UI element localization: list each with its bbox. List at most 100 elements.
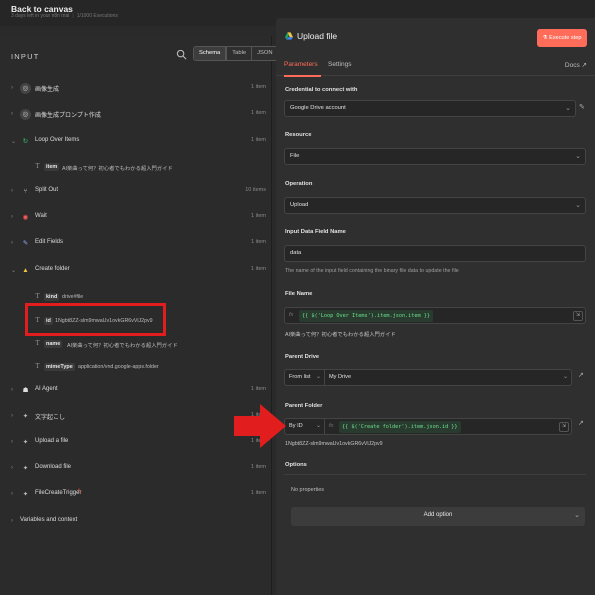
node-row-ai-agent[interactable]: › ☗ AI Agent 1 item [0,382,272,400]
id-field-highlight [25,303,166,336]
expand-editor-icon[interactable]: ⇲ [573,311,583,321]
expand-editor-icon[interactable]: ⇲ [559,422,569,432]
chevron-right-icon[interactable]: › [11,85,13,91]
edit-credential-icon[interactable]: ✎ [579,103,585,111]
input-data-field-hint: The name of the input field containing t… [285,268,459,274]
wait-icon: ◉ [22,214,29,221]
file-name-label: File Name [285,291,313,297]
chevron-right-icon[interactable]: › [11,387,13,393]
fx-icon: fx [289,312,294,318]
field-item[interactable]: T item AI楽曲って何？初心者でもわかる超入門ガイド [33,161,263,175]
openai-icon: ◎ [20,83,31,94]
robot-icon: ☗ [22,387,29,394]
no-properties-text: No properties [291,487,325,493]
field-mimetype[interactable]: T mimeType application/vnd.google-apps.f… [33,361,263,375]
execute-step-button[interactable]: ⚗ Execute step [537,29,587,47]
mode-schema[interactable]: Schema [194,47,227,60]
chevron-right-icon[interactable]: › [11,518,13,524]
node-row-split-out[interactable]: › ⑂ Split Out 10 items [0,183,272,201]
node-label: Split Out [35,187,59,193]
chevron-right-icon[interactable]: › [11,465,13,471]
node-row-wait[interactable]: › ◉ Wait 1 item [0,209,272,227]
chevron-down-icon: ⌄ [562,374,568,380]
chevron-down-icon[interactable]: ⌄ [11,267,16,274]
options-divider [284,474,586,475]
node-label: 画像生成 [35,87,60,93]
tab-settings[interactable]: Settings [328,61,352,68]
chevron-down-icon: ⌄ [565,105,571,112]
node-row-loop[interactable]: ⌄ ↻ Loop Over Items 1 item [0,133,272,151]
execute-step-label: Execute step [549,35,582,41]
add-option-button[interactable]: Add option ⌄ [291,507,585,526]
trial-days: 3 days left in your n8n trial [11,13,70,19]
operation-select[interactable]: Upload ⌄ [284,197,586,214]
display-mode-toggle: Schema Table JSON [193,46,279,61]
parent-folder-mode-select[interactable]: By ID ⌄ [284,418,325,435]
google-drive-icon [285,32,293,40]
trial-info: 3 days left in your n8n trial | 1/1000 Exe… [11,13,118,19]
lightning-icon: ϟ [78,489,82,495]
search-icon[interactable] [176,49,187,60]
node-label: 文字起こし [35,415,66,421]
item-count: 1 item [251,386,266,392]
node-row-file-create-trigger[interactable]: › ✦ FileCreateTrigger ϟ 1 item [0,486,272,504]
options-label: Options [285,462,307,468]
chevron-down-icon[interactable]: ⌄ [11,138,16,145]
parent-drive-value: My Drive [329,374,352,380]
item-count: 1 item [251,137,266,143]
chevron-right-icon[interactable]: › [11,111,13,117]
node-label: AI Agent [35,386,58,392]
node-row-create-folder[interactable]: ⌄ ▲ Create folder 1 item [0,262,272,280]
tab-parameters[interactable]: Parameters [284,61,318,68]
node-row-prompt-gen[interactable]: › ◎ 画像生成プロンプト作成 1 item [0,106,272,124]
item-count: 1 item [251,490,266,496]
credential-select[interactable]: Google Drive account ⌄ [284,100,576,117]
mode-json[interactable]: JSON [251,47,278,60]
parent-drive-label: Parent Drive [285,354,320,360]
parent-folder-expression-input[interactable]: fx {{ $('Create folder').item.json.id }}… [324,418,572,435]
node-row-download-file[interactable]: › ✦ Download file 1 item [0,460,272,478]
file-name-expression-input[interactable]: fx {{ $('Loop Over Items').item.json.ite… [284,307,586,324]
chevron-right-icon[interactable]: › [11,188,13,194]
panel-tabs: Parameters Settings Docs ↗ [276,54,595,77]
input-header: INPUT Schema Table JSON [0,44,279,68]
field-key: name [44,340,63,348]
field-value: drive#file [62,294,84,300]
node-label: Wait [35,213,47,219]
chevron-right-icon[interactable]: › [11,491,13,497]
item-count: 1 item [251,110,266,116]
parent-drive-select[interactable]: My Drive ⌄ [324,369,572,386]
parent-folder-expression: {{ $('Create folder').item.json.id }} [339,421,461,433]
mode-table[interactable]: Table [226,47,252,60]
pencil-icon: ✎ [22,240,29,247]
variables-and-context[interactable]: › Variables and context [0,513,272,531]
chevron-right-icon[interactable]: › [11,413,13,419]
node-row-upload-a-file[interactable]: › ✦ Upload a file 1 item [0,434,272,452]
resource-value: File [290,153,300,159]
node-row-transcribe[interactable]: › ✦ 文字起こし 1 item [0,408,272,426]
item-count: 1 item [251,266,266,272]
executions-count: 1/1000 Executions [76,13,118,19]
chevron-right-icon[interactable]: › [11,214,13,220]
red-arrow-annotation [234,404,286,448]
node-row-edit-fields[interactable]: › ✎ Edit Fields 1 item [0,235,272,253]
node-label: 画像生成プロンプト作成 [35,113,101,119]
resource-select[interactable]: File ⌄ [284,148,586,165]
openai-icon: ◎ [20,109,31,120]
docs-link[interactable]: Docs ↗ [565,61,587,69]
operation-label: Operation [285,181,313,187]
parent-drive-mode-select[interactable]: From list ⌄ [284,369,325,386]
openai-icon: ✦ [22,413,29,420]
field-value: AI楽曲って何？初心者でもわかる超入門ガイド [67,343,178,349]
external-link-icon[interactable]: ↗ [578,371,584,379]
input-data-field-value: data [290,250,302,256]
input-data-field-input[interactable]: data [284,245,586,262]
input-data-field-label: Input Data Field Name [285,229,346,235]
external-link-icon[interactable]: ↗ [578,419,584,427]
node-row-image-gen[interactable]: › ◎ 画像生成 1 item [0,80,272,98]
chevron-right-icon[interactable]: › [11,439,13,445]
parent-drive-mode: From list [289,374,311,380]
field-name[interactable]: T name AI楽曲って何？初心者でもわかる超入門ガイド [33,338,263,352]
chevron-right-icon[interactable]: › [11,240,13,246]
item-count: 10 items [245,187,266,193]
